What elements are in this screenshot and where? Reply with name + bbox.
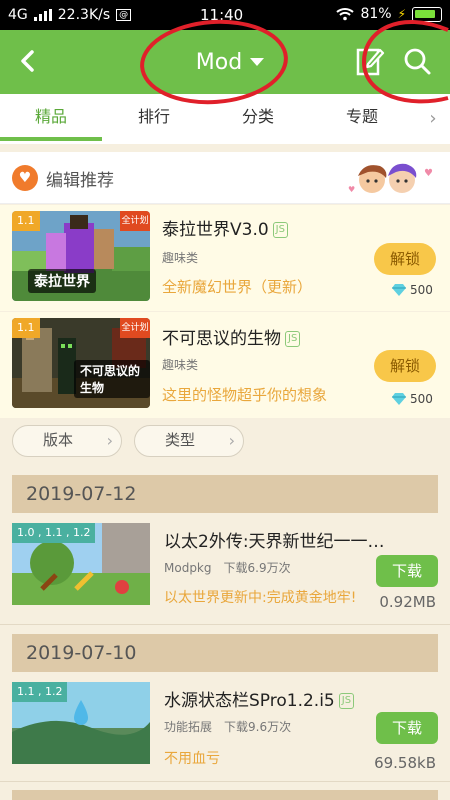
featured-item[interactable]: 1.1 全计划 不可思议的生物 不可思议的生物 JS 趣味类 这里的怪物超乎你的想…: [0, 312, 450, 418]
search-icon: [404, 48, 431, 75]
status-bar: 4G 22.3K/s @ 11:40 81% ⚡: [0, 0, 450, 30]
item-title: 泰拉世界V3.0: [162, 220, 269, 240]
heart-icon: ♥: [12, 165, 38, 191]
item-category: 趣味类: [162, 358, 199, 372]
diamond-icon: [392, 284, 406, 296]
filter-bar: 版本 › 类型 ›: [0, 419, 450, 463]
price-value: 500: [410, 392, 433, 406]
item-title: 不可思议的生物: [162, 329, 281, 349]
mod-list-item[interactable]: 1.0 , 1.1 , 1.2 以太2外传:天界新世纪一一… Modpkg 下载6…: [0, 513, 450, 625]
svg-text:♥: ♥: [348, 185, 355, 194]
editor-picks-header: ♥ 编辑推荐 ♥ ♥: [0, 152, 450, 204]
unlock-button[interactable]: 解锁: [374, 243, 436, 275]
tab-ranking[interactable]: 排行: [102, 94, 206, 144]
item-description: 不用血亏: [164, 751, 220, 767]
item-description: 这里的怪物超乎你的想象: [162, 386, 328, 404]
item-description: 全新魔幻世界（更新）: [162, 278, 313, 296]
item-downloads: 下载6.9万次: [223, 561, 291, 575]
svg-text:♥: ♥: [424, 168, 433, 179]
caret-down-icon: [250, 58, 265, 66]
chevron-right-icon: ›: [429, 108, 437, 129]
download-button[interactable]: 下载: [376, 712, 438, 744]
type-filter[interactable]: 类型 ›: [134, 425, 244, 457]
item-meta: 功能拓展 下载9.6万次: [164, 718, 291, 735]
chevron-right-icon: ›: [228, 431, 235, 450]
search-button[interactable]: [400, 44, 434, 78]
wifi-icon: [336, 8, 355, 21]
tab-topics[interactable]: 专题: [310, 94, 414, 144]
item-thumbnail: 1.0 , 1.1 , 1.2: [12, 523, 150, 605]
file-size: 0.92MB: [379, 593, 436, 611]
category-dropdown[interactable]: Mod: [160, 44, 300, 80]
item-title-wrap: 不可思议的生物 JS: [162, 324, 301, 349]
chevron-right-icon: ›: [106, 431, 113, 450]
date-header-partial: [12, 790, 438, 800]
file-size: 69.58kB: [374, 754, 436, 772]
edit-icon: [356, 48, 385, 76]
section-title: 编辑推荐: [46, 171, 114, 191]
version-tag: 1.1 , 1.2: [12, 682, 68, 702]
back-button[interactable]: [12, 44, 44, 78]
js-badge: JS: [272, 222, 288, 238]
app-notification-icon: @: [116, 9, 132, 21]
app-bar: Mod: [0, 30, 450, 94]
item-category: 趣味类: [162, 251, 199, 265]
signal-icon: [33, 9, 52, 21]
corner-ribbon: 全计划: [120, 211, 150, 231]
tab-scroll-button[interactable]: ›: [418, 96, 448, 142]
battery-percent: 81%: [360, 6, 392, 22]
js-badge: JS: [338, 693, 355, 709]
item-title-wrap: 泰拉世界V3.0 JS: [162, 215, 288, 240]
corner-ribbon: 全计划: [120, 318, 150, 338]
date-header: 2019-07-10: [12, 634, 438, 672]
item-category: Modpkg: [164, 561, 212, 575]
item-description: 以太世界更新中:完成黄金地牢!: [164, 590, 357, 606]
network-label: 4G: [8, 7, 28, 23]
item-downloads: 下载9.6万次: [224, 720, 292, 734]
mod-list-item[interactable]: 1.1 , 1.2 水源状态栏SPro1.2.i5 JS 功能拓展 下载9.6万次 …: [0, 672, 450, 782]
js-badge: JS: [285, 331, 301, 347]
tab-categories[interactable]: 分类: [206, 94, 310, 144]
price: 500: [392, 392, 433, 406]
version-filter[interactable]: 版本 ›: [12, 425, 122, 457]
item-meta: Modpkg 下载6.9万次: [164, 559, 291, 576]
diamond-icon: [392, 393, 406, 405]
version-tag: 1.0 , 1.1 , 1.2: [12, 523, 96, 543]
item-thumbnail: 1.1 全计划 泰拉世界: [12, 211, 150, 301]
price-value: 500: [410, 283, 433, 297]
charging-icon: ⚡: [397, 7, 406, 21]
thumbnail-caption: 泰拉世界: [28, 269, 96, 293]
featured-item[interactable]: 1.1 全计划 泰拉世界 泰拉世界V3.0 JS 趣味类 全新魔幻世界（更新） 解…: [0, 205, 450, 311]
unlock-button[interactable]: 解锁: [374, 350, 436, 382]
version-tag: 1.1: [12, 318, 40, 338]
item-thumbnail: 1.1 , 1.2: [12, 682, 150, 764]
edit-button[interactable]: [354, 44, 386, 78]
price: 500: [392, 283, 433, 297]
chevron-left-icon: [21, 50, 34, 72]
version-tag: 1.1: [12, 211, 40, 231]
item-title-wrap: 水源状态栏SPro1.2.i5 JS: [164, 686, 434, 711]
filter-label: 类型: [165, 431, 196, 449]
battery-icon: [412, 6, 442, 22]
item-thumbnail: 1.1 全计划 不可思议的生物: [12, 318, 150, 408]
item-title: 以太2外传:天界新世纪一一…: [164, 532, 385, 552]
network-speed: 22.3K/s: [57, 7, 111, 23]
item-title: 水源状态栏SPro1.2.i5: [164, 691, 335, 711]
filter-label: 版本: [43, 431, 74, 449]
mascot-illustration: ♥♥: [348, 163, 433, 194]
thumbnail-caption: 不可思议的生物: [74, 360, 150, 398]
item-category: 功能拓展: [164, 720, 213, 734]
page-title: Mod: [195, 49, 243, 75]
active-tab-indicator: [0, 137, 102, 141]
date-header: 2019-07-12: [12, 475, 438, 513]
download-button[interactable]: 下载: [376, 555, 438, 587]
clock: 11:40: [200, 6, 244, 24]
